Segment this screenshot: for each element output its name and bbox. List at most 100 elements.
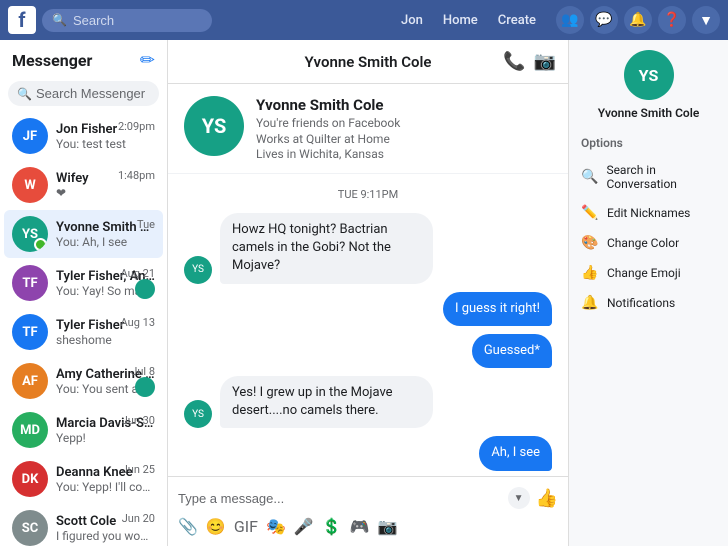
conv-preview: You: Ah, I see: [56, 235, 151, 249]
conv-time: Aug 13: [121, 316, 155, 329]
facebook-logo[interactable]: f: [8, 6, 36, 34]
phone-icon[interactable]: 📞: [503, 51, 525, 72]
nav-icons: 👥 💬 🔔 ❓ ▼: [556, 6, 720, 34]
conv-avatar: AF: [12, 363, 48, 399]
search-icon: 🔍: [581, 169, 598, 185]
right-options-list: 🔍 Search in Conversation ✏️ Edit Nicknam…: [569, 156, 728, 318]
messages-area: TUE 9:11PM YS Howz HQ tonight? Bactrian …: [168, 174, 568, 476]
right-option-notifications[interactable]: 🔔 Notifications: [569, 288, 728, 318]
msg-avatar: YS: [184, 256, 212, 284]
message-bubble: Guessed*: [472, 334, 552, 368]
chat-input-row: ▼ 👍: [178, 483, 558, 513]
emoji-icon[interactable]: 😊: [206, 517, 226, 536]
game-icon[interactable]: 🎮: [350, 517, 370, 536]
notifications-icon[interactable]: 🔔: [624, 6, 652, 34]
scroll-button[interactable]: ▼: [508, 487, 530, 509]
nav-link-home[interactable]: Home: [435, 9, 486, 32]
profile-friends-text: You're friends on Facebook: [256, 116, 400, 130]
profile-avatar: YS: [184, 96, 244, 156]
global-search-input[interactable]: [73, 13, 202, 28]
conversation-list: JF Jon Fisher You: test test 2:09pm W Wi…: [0, 112, 167, 546]
conversation-item-marcia-davis[interactable]: MD Marcia Davis-Stuhlsatz Yepp! Jun 30: [4, 406, 163, 454]
message-bubble: Yes! I grew up in the Mojave desert....n…: [220, 376, 433, 428]
right-option-label: Change Emoji: [607, 266, 681, 280]
profile-info-panel: YS Yvonne Smith Cole You're friends on F…: [168, 84, 568, 174]
input-toolbar: 📎 😊 GIF 🎭 🎤 💲 🎮 📷: [178, 513, 558, 540]
sidebar-search-container: 🔍: [8, 81, 159, 106]
right-panel-avatar: YS: [624, 50, 674, 100]
notifications-icon: 🔔: [581, 295, 599, 311]
messenger-icon[interactable]: 💬: [590, 6, 618, 34]
conv-time: Tue: [137, 218, 155, 231]
right-option-nicknames[interactable]: ✏️ Edit Nicknames: [569, 198, 728, 228]
conv-avatar: MD: [12, 412, 48, 448]
nicknames-icon: ✏️: [581, 205, 599, 221]
main-layout: Messenger ✏ 🔍 JF Jon Fisher You: test te…: [0, 40, 728, 546]
conv-avatar: JF: [12, 118, 48, 154]
message-bubble: Howz HQ tonight? Bactrian camels in the …: [220, 213, 433, 284]
chat-area: Yvonne Smith Cole 📞 📷 YS Yvonne Smith Co…: [168, 40, 568, 546]
camera-icon[interactable]: 📷: [378, 517, 398, 536]
send-button[interactable]: 👍: [536, 488, 558, 509]
account-menu-icon[interactable]: ▼: [692, 6, 720, 34]
conv-time: Jun 30: [122, 414, 155, 427]
conv-thumb: [135, 279, 155, 299]
conv-time: Aug 21: [121, 267, 155, 280]
message-bubble: I guess it right!: [443, 292, 552, 326]
gif-icon[interactable]: GIF: [234, 517, 258, 536]
emoji-icon: 👍: [581, 265, 599, 281]
conv-preview: sheshome: [56, 333, 151, 347]
help-icon[interactable]: ❓: [658, 6, 686, 34]
conversation-item-scott-cole[interactable]: SC Scott Cole I figured you would be 😊 T…: [4, 504, 163, 546]
right-option-label: Edit Nicknames: [607, 206, 690, 220]
right-option-search[interactable]: 🔍 Search in Conversation: [569, 156, 728, 198]
conversation-item-jon-fisher[interactable]: JF Jon Fisher You: test test 2:09pm: [4, 112, 163, 160]
conv-preview: Yepp!: [56, 431, 151, 445]
conv-preview: You: test test: [56, 137, 151, 151]
profile-location: Lives in Wichita, Kansas: [256, 147, 400, 161]
conv-preview: I figured you would be 😊 Thanks!: [56, 529, 151, 543]
conversation-item-wifey[interactable]: W Wifey ❤ 1:48pm: [4, 161, 163, 209]
compose-button[interactable]: ✏: [140, 50, 155, 71]
nav-link-create[interactable]: Create: [490, 9, 544, 32]
chat-header-title: Yvonne Smith Cole: [304, 53, 431, 71]
right-option-color[interactable]: 🎨 Change Color: [569, 228, 728, 258]
right-panel: YS Yvonne Smith Cole Options 🔍 Search in…: [568, 40, 728, 546]
payment-icon[interactable]: 💲: [322, 517, 342, 536]
message-row-m1: YS Howz HQ tonight? Bactrian camels in t…: [184, 213, 552, 284]
conv-avatar: TF: [12, 265, 48, 301]
message-bubble: Ah, I see: [479, 436, 552, 470]
nav-link-jon[interactable]: Jon: [393, 9, 431, 32]
message-row-m4: YS Yes! I grew up in the Mojave desert..…: [184, 376, 552, 428]
sidebar-search-icon: 🔍: [17, 87, 32, 101]
right-option-label: Change Color: [607, 236, 679, 250]
top-navigation: f 🔍 Jon Home Create 👥 💬 🔔 ❓ ▼: [0, 0, 728, 40]
profile-name: Yvonne Smith Cole: [256, 96, 400, 114]
message-input[interactable]: [178, 491, 502, 506]
right-option-label: Notifications: [607, 296, 675, 310]
conversation-item-amy-fisher[interactable]: AF Amy Catherine Fisher You: You sent a …: [4, 357, 163, 405]
chat-header-icons: 📞 📷: [503, 51, 556, 72]
conv-avatar: W: [12, 167, 48, 203]
conversation-item-deanna-knee[interactable]: DK Deanna Knee You: Yepp! I'll come by a…: [4, 455, 163, 503]
sticker-icon[interactable]: 🎭: [266, 517, 286, 536]
right-option-emoji[interactable]: 👍 Change Emoji: [569, 258, 728, 288]
sidebar-header: Messenger ✏: [0, 40, 167, 77]
message-row-m2: I guess it right!: [184, 292, 552, 326]
attach-icon[interactable]: 📎: [178, 517, 198, 536]
conversation-item-yvonne-smith-cole[interactable]: YS Yvonne Smith Cole You: Ah, I see Tue: [4, 210, 163, 258]
sidebar-title: Messenger: [12, 51, 92, 70]
conv-preview: You: Yepp! I'll come by after work, wha.…: [56, 480, 151, 494]
conversation-item-tyler-fisher[interactable]: TF Tyler Fisher, Andy Fisher, Be... You:…: [4, 259, 163, 307]
friends-icon[interactable]: 👥: [556, 6, 584, 34]
right-option-label: Search in Conversation: [606, 163, 716, 191]
conv-time: Jun 20: [122, 512, 155, 525]
conv-avatar: SC: [12, 510, 48, 546]
msg-avatar: YS: [184, 400, 212, 428]
audio-icon[interactable]: 🎤: [294, 517, 314, 536]
date-divider: TUE 9:11PM: [184, 188, 552, 201]
conversation-item-tyler-fisher2[interactable]: TF Tyler Fisher sheshome Aug 13: [4, 308, 163, 356]
global-search-bar: 🔍: [42, 9, 212, 32]
color-icon: 🎨: [581, 235, 599, 251]
video-icon[interactable]: 📷: [534, 51, 556, 72]
